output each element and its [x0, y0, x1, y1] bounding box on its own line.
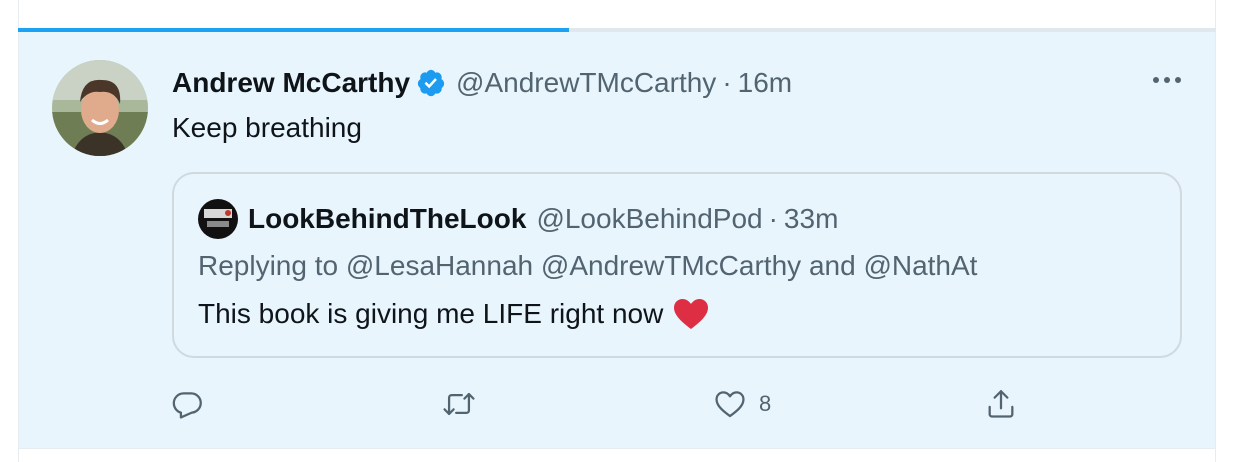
- reply-icon: [172, 392, 202, 419]
- divider: [18, 448, 1216, 449]
- like-icon: [715, 391, 745, 418]
- tweet-header: Andrew McCarthy @AndrewTMcCarthy · 16m: [172, 64, 792, 102]
- quoted-avatar-logo: [198, 199, 238, 239]
- like-button[interactable]: 8: [713, 384, 771, 424]
- quoted-author-handle[interactable]: @LookBehindPod: [536, 203, 762, 235]
- mention-link[interactable]: @LesaHannah: [346, 250, 533, 281]
- author-name[interactable]: Andrew McCarthy: [172, 67, 410, 99]
- verified-badge-icon: [417, 69, 445, 97]
- replying-to-line: Replying to @LesaHannah @AndrewTMcCarthy…: [198, 250, 977, 282]
- share-icon: [988, 390, 1014, 418]
- separator-dot: ·: [722, 67, 732, 98]
- more-options-button[interactable]: [1147, 68, 1187, 92]
- tweet-timestamp[interactable]: 16m: [738, 67, 792, 99]
- tweet[interactable]: Andrew McCarthy @AndrewTMcCarthy · 16m K…: [19, 32, 1215, 448]
- retweet-button[interactable]: [442, 384, 476, 424]
- quoted-timestamp[interactable]: 33m: [784, 203, 838, 235]
- reply-button[interactable]: [171, 384, 205, 424]
- share-button[interactable]: [984, 384, 1018, 424]
- quoted-tweet[interactable]: LookBehindTheLook @LookBehindPod · 33m R…: [172, 172, 1182, 358]
- quoted-separator-dot: ·: [768, 203, 778, 234]
- like-count: 8: [759, 391, 772, 416]
- quoted-text: This book is giving me LIFE right now: [198, 298, 664, 329]
- red-heart-emoji-icon: [674, 299, 709, 329]
- quoted-avatar[interactable]: [198, 199, 238, 239]
- avatar-photo: [52, 60, 148, 156]
- quoted-tweet-text: This book is giving me LIFE right now: [198, 298, 709, 330]
- mention-link[interactable]: @AndrewTMcCarthy: [541, 250, 801, 281]
- replying-to-label: Replying to: [198, 250, 339, 281]
- replying-and-label: and: [808, 250, 856, 281]
- quoted-author-name[interactable]: LookBehindTheLook: [248, 203, 526, 235]
- retweet-icon: [443, 392, 475, 416]
- quoted-tweet-header: LookBehindTheLook @LookBehindPod · 33m: [198, 199, 838, 239]
- author-handle[interactable]: @AndrewTMcCarthy: [456, 67, 716, 99]
- mention-link[interactable]: @NathAt: [863, 250, 977, 281]
- avatar[interactable]: [52, 60, 148, 156]
- more-dots-icon: [1153, 77, 1181, 83]
- tweet-text: Keep breathing: [172, 112, 362, 143]
